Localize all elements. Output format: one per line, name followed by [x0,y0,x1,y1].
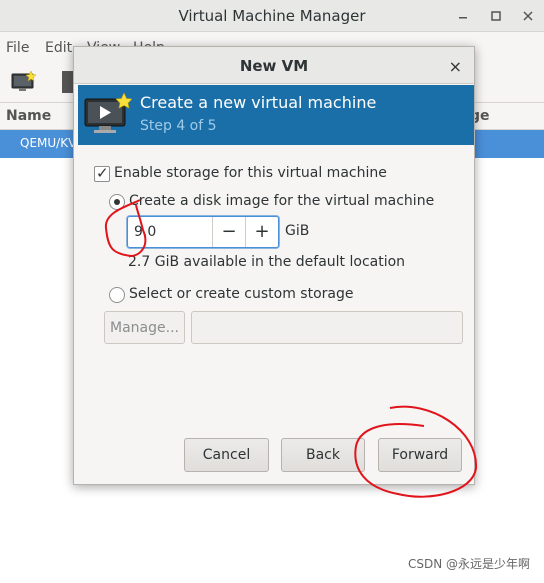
cancel-button[interactable]: Cancel [184,438,269,472]
manage-button[interactable]: Manage... [104,311,185,344]
new-vm-icon[interactable] [11,70,37,94]
new-vm-dialog: New VM × Create a new virtual machine St… [73,46,475,485]
custom-storage-label[interactable]: Select or create custom storage [129,286,354,302]
storage-step-content: Enable storage for this virtual machine … [78,146,474,484]
custom-storage-path-field[interactable] [191,311,463,344]
close-icon[interactable] [520,8,536,24]
dialog-close-icon[interactable]: × [449,57,462,76]
create-disk-label[interactable]: Create a disk image for the virtual mach… [129,193,434,209]
back-button[interactable]: Back [281,438,365,472]
maximize-icon[interactable] [488,8,504,24]
wizard-banner: Create a new virtual machine Step 4 of 5 [78,85,474,145]
column-name-header[interactable]: Name [6,108,51,124]
connection-label: QEMU/KV [20,136,77,150]
main-window-titlebar: Virtual Machine Manager [0,0,544,32]
dialog-title: New VM [239,57,309,75]
enable-storage-checkbox[interactable] [94,164,110,182]
disk-size-stepper[interactable]: − + [127,216,279,248]
available-space-text: 2.7 GiB available in the default locatio… [128,254,406,270]
menu-file[interactable]: File [6,40,29,56]
vm-monitor-icon [84,92,133,135]
increment-button[interactable]: + [245,217,278,247]
menu-edit[interactable]: Edit [45,40,72,56]
dialog-titlebar: New VM × [74,47,474,84]
forward-button[interactable]: Forward [378,438,462,472]
custom-storage-radio[interactable] [109,287,125,303]
minimize-icon[interactable] [455,8,471,24]
create-disk-radio[interactable] [109,194,125,210]
enable-storage-label[interactable]: Enable storage for this virtual machine [114,165,387,181]
watermark-text: CSDN @永远是少年啊 [407,557,530,571]
banner-title: Create a new virtual machine [140,93,377,112]
disk-size-input[interactable] [128,217,212,247]
size-unit-label: GiB [285,223,310,239]
step-indicator: Step 4 of 5 [140,118,217,134]
decrement-button[interactable]: − [212,217,245,247]
